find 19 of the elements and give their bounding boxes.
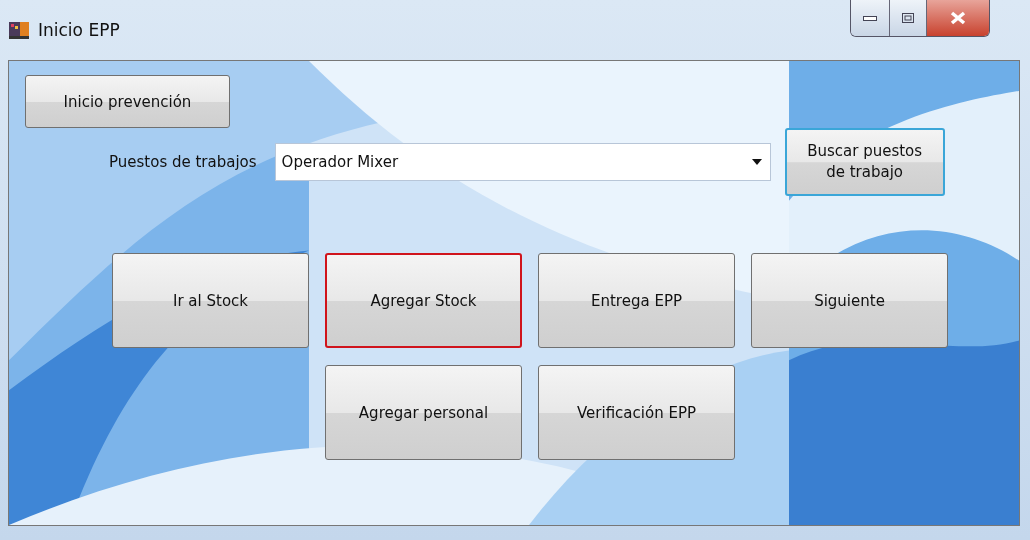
job-dropdown[interactable]: Operador Mixer (274, 143, 771, 181)
action-button[interactable]: Agregar Stock (325, 253, 522, 348)
minimize-icon (863, 15, 877, 21)
action-button[interactable]: Ir al Stock (112, 253, 309, 348)
close-button[interactable] (926, 0, 989, 36)
window-title: Inicio EPP (38, 20, 120, 40)
action-button[interactable]: Entrega EPP (538, 253, 735, 348)
action-button[interactable]: Agregar personal (325, 365, 522, 460)
dropdown-arrow-icon (751, 159, 762, 165)
search-button[interactable]: Buscar puestos de trabajo (784, 128, 945, 196)
minimize-button[interactable] (851, 0, 889, 36)
inicio-prevencion-button[interactable]: Inicio prevención (25, 75, 230, 128)
restore-icon (902, 13, 914, 23)
close-icon (950, 11, 966, 25)
maximize-button[interactable] (889, 0, 926, 36)
app-icon (8, 20, 30, 40)
action-button[interactable]: Verificación EPP (538, 365, 735, 460)
action-button[interactable]: Siguiente (751, 253, 948, 348)
field-label: Puestos de trabajos (109, 153, 257, 171)
